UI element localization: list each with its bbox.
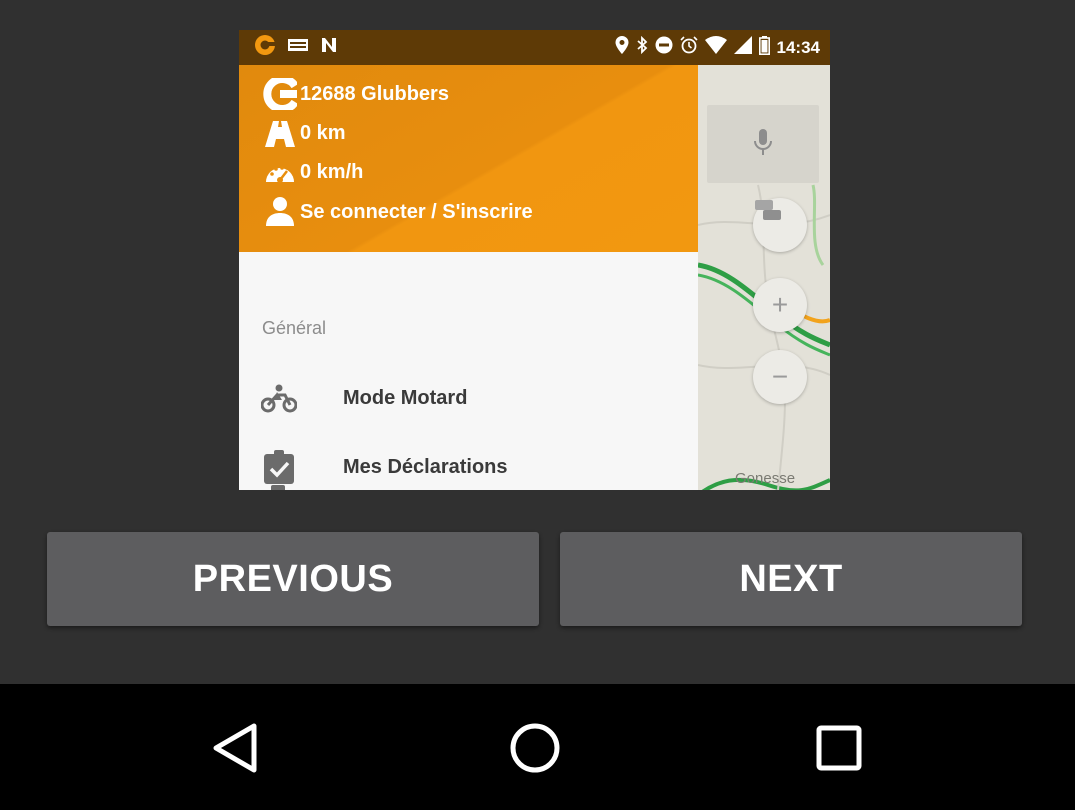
distance-value: 0 km — [300, 122, 346, 144]
traffic-report-button[interactable] — [753, 198, 807, 252]
login-register-link[interactable]: Se connecter / S'inscrire — [300, 201, 533, 224]
speed-value: 0 km/h — [300, 161, 364, 183]
menu-item-label: Mes Déclarations — [343, 455, 508, 478]
section-label-general: Général — [262, 318, 327, 338]
menu-item-mes-declarations[interactable]: Mes Déclarations — [239, 442, 698, 490]
screenshot-preview: 14:34 + − Gonesse 12688 Glubbers 0 km 0 … — [239, 30, 830, 490]
user-icon — [263, 196, 297, 226]
alarm-icon — [679, 36, 698, 59]
glubbers-count: 12688 Glubbers — [300, 83, 449, 105]
status-bar: 14:34 — [239, 30, 830, 65]
map-place-label: Gonesse — [735, 470, 796, 487]
next-button[interactable]: NEXT — [560, 532, 1022, 626]
recents-square-icon — [816, 725, 862, 776]
home-button[interactable] — [505, 720, 565, 780]
location-icon — [615, 36, 629, 59]
home-circle-icon — [509, 722, 561, 779]
card-icon — [287, 37, 309, 58]
next-menu-icon-partial — [271, 485, 285, 490]
menu-item-mode-motard[interactable]: Mode Motard — [239, 373, 698, 423]
recents-button[interactable] — [809, 720, 869, 780]
signal-icon — [733, 36, 752, 59]
clipboard-check-icon — [261, 449, 297, 485]
bluetooth-icon — [636, 35, 648, 59]
minus-icon: − — [771, 361, 789, 392]
do-not-disturb-icon — [655, 36, 673, 59]
battery-icon — [758, 35, 770, 60]
menu-item-label: Mode Motard — [343, 386, 468, 409]
speedometer-icon — [263, 158, 297, 188]
navigation-drawer: 12688 Glubbers 0 km 0 km/h Se connecter … — [239, 65, 698, 490]
back-button[interactable] — [204, 720, 264, 780]
wifi-icon — [704, 36, 727, 59]
app-notification-icon — [253, 33, 277, 62]
motorcycle-icon — [261, 380, 297, 416]
road-icon — [263, 119, 297, 149]
n-icon — [319, 35, 339, 60]
voice-search-box[interactable] — [707, 105, 819, 183]
glubbers-logo-icon — [263, 78, 297, 110]
zoom-in-button[interactable]: + — [753, 278, 807, 332]
drawer-header: 12688 Glubbers 0 km 0 km/h Se connecter … — [239, 65, 698, 252]
back-triangle-icon — [210, 722, 258, 779]
previous-button[interactable]: PREVIOUS — [47, 532, 539, 626]
plus-icon: + — [771, 289, 789, 320]
zoom-out-button[interactable]: − — [753, 350, 807, 404]
status-time: 14:34 — [776, 37, 820, 57]
map-view[interactable]: + − Gonesse — [698, 65, 830, 490]
system-navigation-bar — [0, 684, 1075, 810]
